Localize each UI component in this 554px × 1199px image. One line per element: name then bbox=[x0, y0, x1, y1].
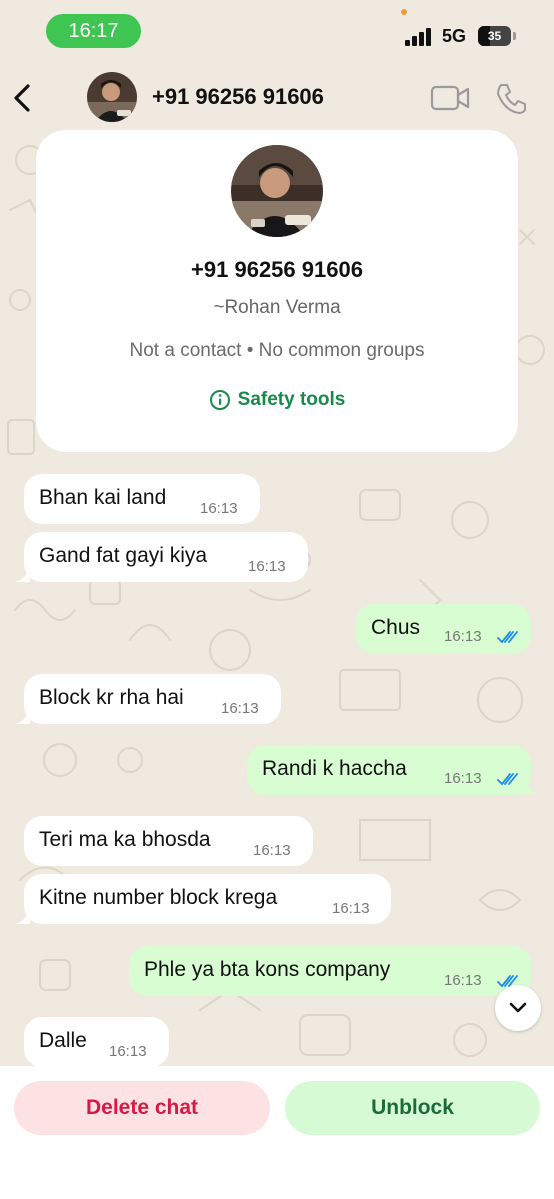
voice-call-button[interactable] bbox=[494, 82, 528, 114]
chat-title[interactable]: +91 96256 91606 bbox=[152, 84, 324, 110]
delete-chat-label: Delete chat bbox=[85, 1096, 199, 1119]
profile-phone-number: +91 96256 91606 bbox=[191, 257, 363, 282]
read-ticks-icon bbox=[497, 773, 518, 786]
message-time: 16:13 bbox=[332, 900, 370, 917]
message-bubble-outgoing[interactable]: Randi k haccha 16:13 bbox=[247, 745, 531, 795]
bubble-tail bbox=[16, 710, 30, 724]
message-bubble-outgoing[interactable]: Phle ya bta kons company 16:13 bbox=[129, 946, 531, 996]
message-time: 16:13 bbox=[444, 628, 482, 645]
chevron-down-icon bbox=[509, 1002, 527, 1013]
bubble-tail bbox=[524, 780, 538, 794]
message-bubble-incoming[interactable]: Dalle 16:13 bbox=[24, 1017, 169, 1067]
battery-level: 35 bbox=[487, 29, 502, 43]
message-text: Dalle bbox=[39, 1029, 87, 1052]
video-camera-icon bbox=[430, 85, 470, 111]
message-time: 16:13 bbox=[248, 558, 286, 575]
safety-tools-button[interactable]: Safety tools bbox=[36, 389, 518, 411]
message-time: 16:13 bbox=[221, 700, 259, 717]
profile-push-name: ~Rohan Verma bbox=[213, 297, 341, 318]
phone-icon bbox=[497, 84, 526, 114]
contact-profile-card: +91 96256 91606 ~Rohan Verma Not a conta… bbox=[36, 130, 518, 452]
message-bubble-incoming[interactable]: Block kr rha hai 16:13 bbox=[24, 674, 281, 724]
bubble-tail bbox=[16, 568, 30, 582]
message-text: Teri ma ka bhosda bbox=[39, 828, 211, 851]
chat-header: +91 96256 91606 bbox=[0, 64, 554, 130]
message-bubble-incoming[interactable]: Bhan kai land 16:13 bbox=[24, 474, 260, 524]
message-time: 16:13 bbox=[444, 770, 482, 787]
scroll-to-bottom-button[interactable] bbox=[495, 985, 541, 1031]
video-call-button[interactable] bbox=[430, 84, 470, 112]
back-button[interactable] bbox=[6, 78, 42, 118]
status-time: 16:17 bbox=[68, 19, 119, 42]
message-time: 16:13 bbox=[444, 972, 482, 989]
unblock-button[interactable]: Unblock bbox=[285, 1081, 540, 1135]
battery-icon: 35 bbox=[478, 26, 511, 46]
message-bubble-incoming[interactable]: Teri ma ka bhosda 16:13 bbox=[24, 816, 313, 866]
message-text: Kitne number block krega bbox=[39, 886, 278, 909]
message-text: Gand fat gayi kiya bbox=[39, 544, 208, 567]
message-text: Randi k haccha bbox=[262, 757, 407, 780]
network-type: 5G bbox=[442, 26, 467, 46]
profile-avatar[interactable] bbox=[231, 145, 323, 237]
bubble-tail bbox=[16, 910, 30, 924]
delete-chat-button[interactable]: Delete chat bbox=[14, 1081, 270, 1135]
message-time: 16:13 bbox=[253, 842, 291, 859]
status-bar: 16:17 5G 35 bbox=[0, 0, 554, 64]
chevron-left-icon bbox=[14, 84, 30, 112]
avatar[interactable] bbox=[87, 72, 137, 122]
message-time: 16:13 bbox=[200, 500, 238, 517]
message-text: Block kr rha hai bbox=[39, 686, 184, 709]
message-bubble-incoming[interactable]: Kitne number block krega 16:13 bbox=[24, 874, 391, 924]
status-time-pill: 16:17 bbox=[46, 14, 141, 48]
read-ticks-icon bbox=[497, 631, 518, 644]
profile-contact-info: Not a contact • No common groups bbox=[129, 340, 425, 361]
signal-bars-icon bbox=[405, 28, 435, 46]
message-text: Phle ya bta kons company bbox=[144, 958, 391, 981]
info-circle-icon bbox=[209, 390, 230, 410]
message-time: 16:13 bbox=[109, 1043, 147, 1060]
message-bubble-incoming[interactable]: Gand fat gayi kiya 16:13 bbox=[24, 532, 308, 582]
mic-indicator-dot bbox=[401, 9, 407, 15]
message-bubble-outgoing[interactable]: Chus 16:13 bbox=[356, 604, 531, 654]
message-text: Bhan kai land bbox=[39, 486, 167, 509]
unblock-label: Unblock bbox=[371, 1096, 454, 1119]
battery-cap bbox=[513, 32, 516, 40]
safety-tools-label: Safety tools bbox=[237, 389, 346, 410]
message-text: Chus bbox=[371, 616, 421, 639]
blocked-actions-bar: Delete chat Unblock bbox=[0, 1066, 554, 1199]
